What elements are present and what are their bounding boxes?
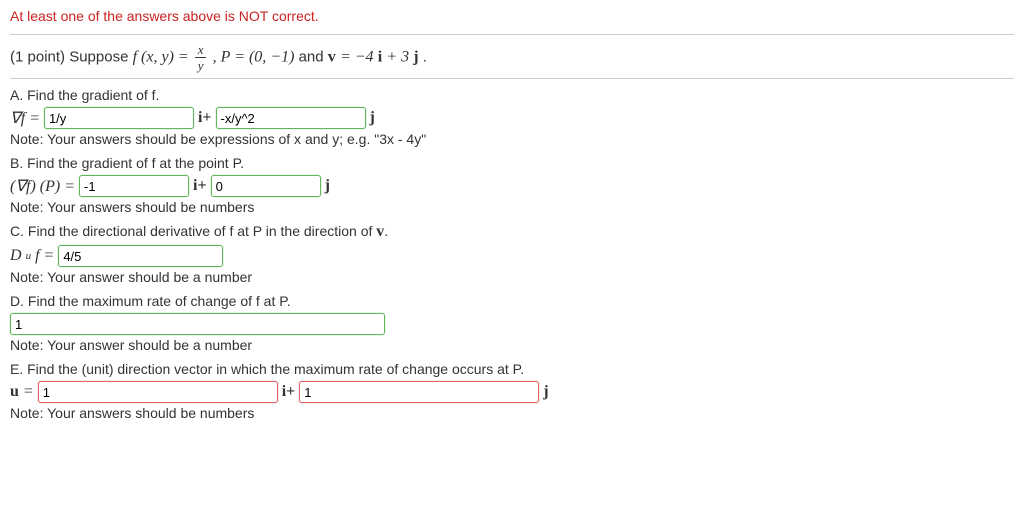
grad-f-lhs: ∇f = bbox=[10, 108, 40, 128]
i-plus-b: i+ bbox=[193, 177, 207, 195]
v-symbol: v bbox=[328, 48, 336, 65]
part-b: B. Find the gradient of f at the point P… bbox=[10, 155, 1014, 215]
grad-f-p-lhs: (∇f) (P) = bbox=[10, 176, 75, 196]
part-b-input-1[interactable] bbox=[79, 175, 189, 197]
part-e-input-2[interactable] bbox=[299, 381, 539, 403]
part-c-label-pre: C. Find the directional derivative of f … bbox=[10, 223, 376, 239]
j-symbol: j bbox=[413, 48, 418, 65]
plus3: + 3 bbox=[386, 48, 409, 65]
part-c-input[interactable] bbox=[58, 245, 223, 267]
part-a: A. Find the gradient of f. ∇f = i+ j Not… bbox=[10, 87, 1014, 147]
part-a-input-1[interactable] bbox=[44, 107, 194, 129]
part-c: C. Find the directional derivative of f … bbox=[10, 223, 1014, 285]
j-e: j bbox=[543, 383, 548, 401]
i-plus-e: i+ bbox=[282, 383, 296, 401]
j-a: j bbox=[370, 109, 375, 127]
frac-den: y bbox=[195, 58, 207, 72]
part-a-note: Note: Your answers should be expressions… bbox=[10, 131, 1014, 147]
problem-statement: (1 point) Suppose f (x, y) = x y , P = (… bbox=[10, 34, 1014, 79]
frac-num: x bbox=[195, 43, 207, 58]
part-e-label: E. Find the (unit) direction vector in w… bbox=[10, 361, 1014, 377]
part-b-input-2[interactable] bbox=[211, 175, 321, 197]
u-eq: = bbox=[23, 383, 34, 401]
Du-D: D bbox=[10, 247, 22, 265]
part-d-label: D. Find the maximum rate of change of f … bbox=[10, 293, 1014, 309]
fraction-xy: x y bbox=[195, 43, 207, 72]
v-eq-part: = −4 bbox=[340, 48, 374, 65]
and-text: and bbox=[299, 48, 328, 65]
i-plus-a: i+ bbox=[198, 109, 212, 127]
part-d-input[interactable] bbox=[10, 313, 385, 335]
Du-u: u bbox=[26, 250, 32, 262]
period: . bbox=[423, 48, 427, 65]
u-symbol: u bbox=[10, 383, 19, 401]
part-e-input-1[interactable] bbox=[38, 381, 278, 403]
part-d-note: Note: Your answer should be a number bbox=[10, 337, 1014, 353]
part-e: E. Find the (unit) direction vector in w… bbox=[10, 361, 1014, 421]
part-c-note: Note: Your answer should be a number bbox=[10, 269, 1014, 285]
part-c-label: C. Find the directional derivative of f … bbox=[10, 223, 1014, 241]
part-a-input-2[interactable] bbox=[216, 107, 366, 129]
part-c-label-post: . bbox=[384, 223, 388, 239]
Du-f: f = bbox=[35, 247, 54, 265]
points-label: (1 point) bbox=[10, 48, 65, 65]
prefix-text: Suppose bbox=[69, 48, 132, 65]
part-e-note: Note: Your answers should be numbers bbox=[10, 405, 1014, 421]
warning-message: At least one of the answers above is NOT… bbox=[10, 8, 1014, 24]
part-d: D. Find the maximum rate of change of f … bbox=[10, 293, 1014, 353]
P-def: P = (0, −1) bbox=[221, 48, 295, 65]
i-symbol: i bbox=[378, 48, 382, 65]
part-b-note: Note: Your answers should be numbers bbox=[10, 199, 1014, 215]
j-b: j bbox=[325, 177, 330, 195]
comma1: , bbox=[213, 48, 221, 65]
func-def: f (x, y) = bbox=[133, 48, 193, 65]
part-a-label: A. Find the gradient of f. bbox=[10, 87, 1014, 103]
part-b-label: B. Find the gradient of f at the point P… bbox=[10, 155, 1014, 171]
